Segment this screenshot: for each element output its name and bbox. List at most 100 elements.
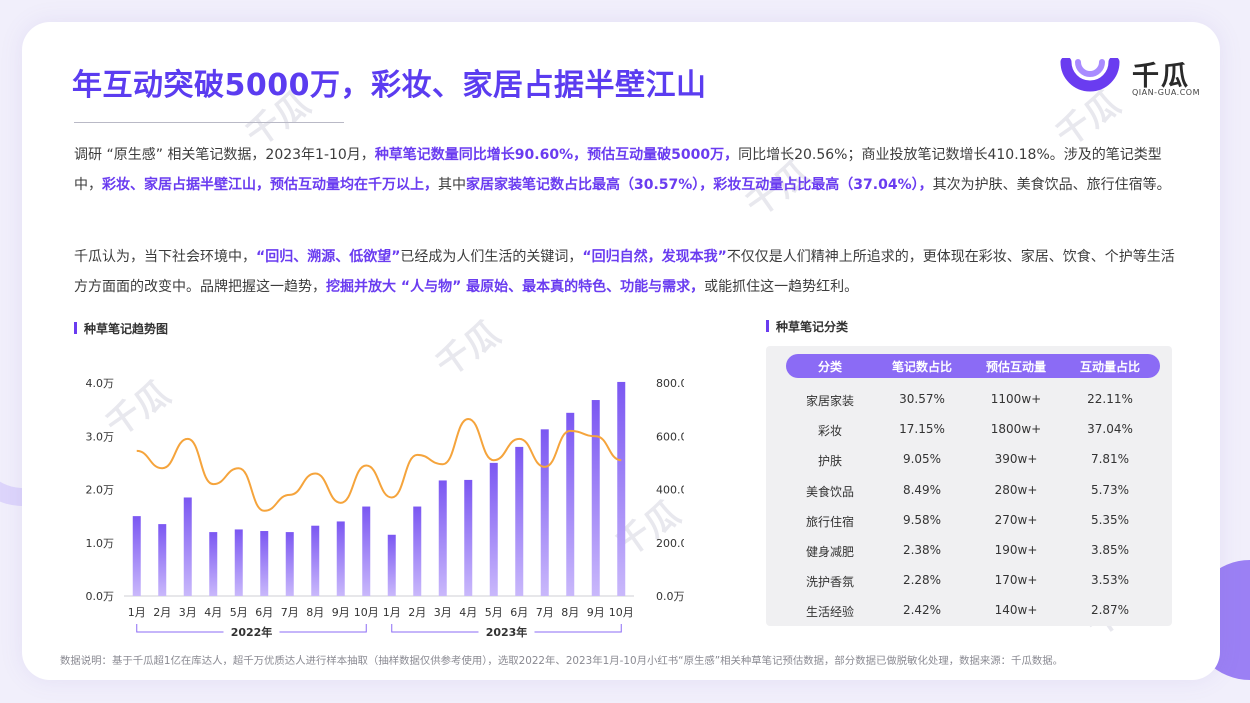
table-header-cell: 笔记数占比 <box>891 360 952 374</box>
table-row: 彩妆 17.15% 1800w+ 37.04% <box>786 414 1160 444</box>
x-tick-label: 7月 <box>536 606 554 619</box>
bar <box>413 506 422 596</box>
y-left-tick-label: 2.0万 <box>86 484 115 497</box>
body-text: 其次为护肤、美食饮品、旅行住宿等。 <box>932 177 1171 193</box>
x-tick-label: 1月 <box>383 606 401 619</box>
bar <box>540 429 549 596</box>
table-cell: 17.15% <box>899 422 945 437</box>
x-tick-label: 7月 <box>281 606 299 619</box>
body-text: 或能抓住这一趋势红利。 <box>704 279 859 295</box>
table-cell: 22.11% <box>1087 392 1133 406</box>
year-bracket <box>391 624 479 633</box>
bar <box>158 524 167 596</box>
table-cell: 7.81% <box>1090 452 1130 467</box>
x-tick-label: 3月 <box>434 606 452 619</box>
year-bracket <box>136 624 224 633</box>
bar <box>387 534 396 596</box>
table-cell: 190w+ <box>994 543 1038 557</box>
table-cell: 2.42% <box>902 603 942 618</box>
year-group-label: 2023年 <box>486 625 528 639</box>
table-cell: 37.04% <box>1087 422 1133 437</box>
emphasis-text: 家居家装笔记数占比最高（30.57%），彩妆互动量占比最高（37.04%）， <box>466 177 933 193</box>
bar <box>362 506 371 596</box>
table-cell: 2.87% <box>1090 603 1130 618</box>
y-left-tick-label: 0.0万 <box>86 590 115 603</box>
legend-label: 笔记总量 <box>352 639 396 640</box>
x-tick-label: 10月 <box>609 606 634 619</box>
table-cell: 3.85% <box>1090 543 1130 557</box>
x-tick-label: 10月 <box>354 606 379 619</box>
table-cell: 3.53% <box>1090 573 1130 588</box>
x-tick-label: 4月 <box>459 606 477 619</box>
table-cell: 280w+ <box>994 482 1038 497</box>
bar <box>336 521 345 596</box>
table-row: 护肤 9.05% 390w+ 7.81% <box>786 444 1160 474</box>
x-tick-label: 5月 <box>485 606 503 619</box>
content-card: 千瓜 千瓜 千瓜 千瓜 千瓜 千瓜 千瓜 千瓜 年互动突破5000万，彩妆、家居… <box>22 22 1220 680</box>
year-bracket <box>534 624 622 633</box>
brand-logo: 千瓜 QIAN-GUA.COM <box>1060 52 1200 112</box>
body-text: 千瓜认为，当下社会环境中， <box>74 249 256 265</box>
table-cell: 洗护香氛 <box>805 575 854 590</box>
table-header-row: 分类 笔记数占比 预估互动量 互动量占比 <box>786 354 1160 378</box>
x-tick-label: 6月 <box>255 606 273 619</box>
bar <box>209 532 218 596</box>
table-cell: 美食饮品 <box>805 484 854 499</box>
table-header-cell: 互动量占比 <box>1079 360 1140 374</box>
table-row: 旅行住宿 9.58% 270w+ 5.35% <box>786 505 1160 535</box>
emphasis-text: 挖掘并放大 “人与物” 最原始、最本真的特色、功能与需求， <box>326 279 705 295</box>
table-row: 健身减肥 2.38% 190w+ 3.85% <box>786 535 1160 565</box>
body-text: 调研 “原生感” 相关笔记数据，2023年1-10月， <box>74 147 375 163</box>
y-left-tick-label: 4.0万 <box>86 377 115 390</box>
table-row: 生活经验 2.42% 140w+ 2.87% <box>786 595 1160 625</box>
x-tick-label: 9月 <box>332 606 350 619</box>
table-cell: 170w+ <box>994 573 1038 588</box>
bar <box>464 479 473 596</box>
table-cell: 390w+ <box>994 452 1038 467</box>
table-cell: 9.05% <box>902 452 942 467</box>
x-tick-label: 5月 <box>230 606 248 619</box>
table-cell: 2.38% <box>902 543 942 557</box>
year-group-label: 2022年 <box>231 625 273 639</box>
table-cell: 彩妆 <box>817 424 842 439</box>
category-table-label: 种草笔记分类 <box>766 318 848 335</box>
table-cell: 旅行住宿 <box>805 514 854 529</box>
bar <box>438 480 447 596</box>
table-cell: 护肤 <box>817 454 842 469</box>
bar <box>234 529 243 596</box>
x-tick-label: 9月 <box>587 606 605 619</box>
x-tick-label: 4月 <box>204 606 222 619</box>
table-cell: 健身减肥 <box>805 545 854 559</box>
data-footnote: 数据说明：基于千瓜超1亿在库达人，超千万优质达人进行样本抽取（抽样数据仅供参考使… <box>60 655 1064 667</box>
insight-paragraph: 千瓜认为，当下社会环境中，“回归、溯源、低欲望”已经成为人们生活的关键词，“回归… <box>74 242 1186 302</box>
summary-paragraph: 调研 “原生感” 相关笔记数据，2023年1-10月，种草笔记数量同比增长90.… <box>74 140 1186 200</box>
bar <box>285 532 294 596</box>
bar <box>591 400 600 596</box>
table-row: 美食饮品 8.49% 280w+ 5.73% <box>786 475 1160 505</box>
table-cell: 140w+ <box>994 603 1038 618</box>
y-right-tick-label: 400.0万 <box>656 484 684 497</box>
category-table: 分类 笔记数占比 预估互动量 互动量占比 家居家装 30.57% 1100w+ 22.… <box>766 346 1172 626</box>
table-cell: 5.73% <box>1090 482 1130 497</box>
title-divider <box>74 122 344 123</box>
bar <box>132 516 141 596</box>
emphasis-text: 种草笔记数量同比增长90.60%，预估互动量破5000万， <box>374 147 739 163</box>
x-tick-label: 2月 <box>153 606 171 619</box>
y-right-tick-label: 800.0万 <box>656 377 684 390</box>
logo-domain: QIAN-GUA.COM <box>1132 88 1201 97</box>
table-row: 家居家装 30.57% 1100w+ 22.11% <box>786 384 1160 414</box>
bar <box>515 446 524 596</box>
emphasis-text: “回归、溯源、低欲望” <box>256 249 401 265</box>
table-cell: 270w+ <box>994 512 1038 527</box>
y-right-tick-label: 600.0万 <box>656 430 684 443</box>
table-cell: 9.58% <box>902 512 942 527</box>
table-cell: 2.28% <box>902 573 942 588</box>
table-cell: 8.49% <box>902 482 942 497</box>
table-cell: 1100w+ <box>990 392 1042 406</box>
emphasis-text: 彩妆、家居占据半壁江山，预估互动量均在千万以上， <box>102 177 438 193</box>
year-bracket <box>279 624 367 633</box>
table-cell: 5.35% <box>1090 512 1130 527</box>
bar <box>311 525 320 596</box>
x-tick-label: 8月 <box>306 606 324 619</box>
bar <box>260 531 269 596</box>
